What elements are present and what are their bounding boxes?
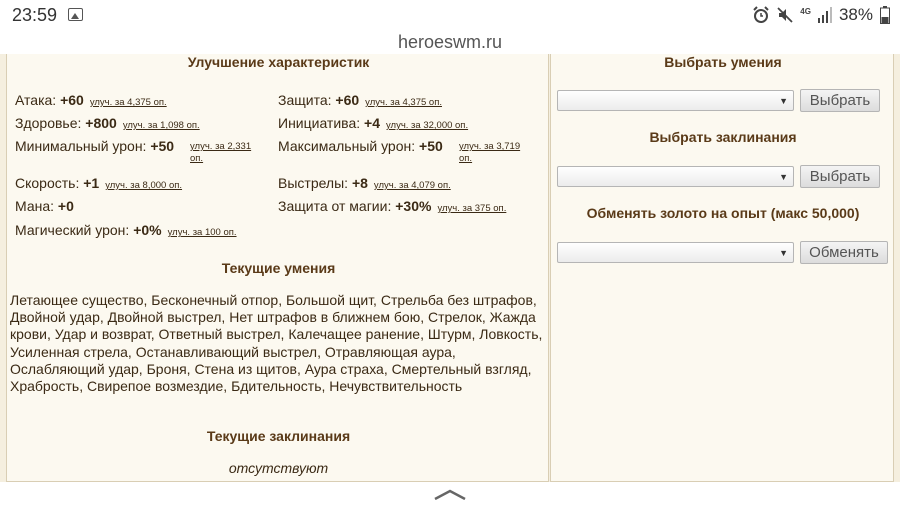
battery-percent: 38% — [838, 5, 873, 24]
stat-health: Здоровье: +800 улуч. за 1,098 оп. — [15, 115, 200, 131]
exchange-select[interactable]: ▼ — [557, 242, 794, 263]
choose-spell-button[interactable]: Выбрать — [800, 165, 880, 188]
url-bar[interactable]: heroeswm.ru — [0, 30, 900, 54]
upgrade-magic-damage-link[interactable]: улуч. за 100 оп. — [168, 227, 237, 238]
stat-value: +0 — [57, 198, 74, 214]
actions-panel: Выбрать умения ▼ Выбрать Выбрать заклина… — [550, 54, 894, 482]
choose-spells-heading: Выбрать заклинания — [649, 129, 797, 145]
stat-initiative: Инициатива: +4 улуч. за 32,000 оп. — [278, 115, 469, 131]
stat-value: +800 — [85, 115, 117, 131]
exchange-heading: Обменять золото на опыт (макс 50,000) — [586, 205, 860, 221]
spells-heading: Текущие заклинания — [206, 428, 351, 444]
spells-none-text: отсутствуют — [228, 460, 329, 476]
stat-mana: Мана: +0 — [15, 198, 74, 214]
stat-magic-damage: Магический урон: +0% улуч. за 100 оп. — [15, 222, 237, 238]
network-type: 4G — [800, 6, 811, 16]
gallery-icon — [68, 8, 83, 21]
chevron-down-icon: ▼ — [779, 172, 788, 182]
stat-value: +50 — [419, 138, 443, 154]
choose-skill-button[interactable]: Выбрать — [800, 89, 880, 112]
choose-skills-heading: Выбрать умения — [664, 54, 782, 70]
stat-defense: Защита: +60 улуч. за 4,375 оп. — [278, 92, 442, 108]
upgrade-defense-link[interactable]: улуч. за 4,375 оп. — [365, 97, 442, 108]
stat-value: +8 — [351, 175, 368, 191]
skills-select[interactable]: ▼ — [557, 90, 794, 111]
mute-icon — [777, 7, 793, 23]
stat-value: +4 — [364, 115, 380, 131]
chevron-down-icon: ▼ — [779, 248, 788, 258]
spells-select[interactable]: ▼ — [557, 166, 794, 187]
stat-value: +1 — [83, 175, 100, 191]
creature-stats-panel: Улучшение характеристик Атака: +60 улуч. … — [6, 54, 549, 482]
stat-speed: Скорость: +1 улуч. за 8,000 оп. — [15, 175, 183, 191]
clock: 23:59 — [12, 5, 58, 25]
stats-heading: Улучшение характеристик — [187, 54, 370, 70]
upgrade-speed-link[interactable]: улуч. за 8,000 оп. — [105, 180, 182, 191]
upgrade-shots-link[interactable]: улуч. за 4,079 оп. — [374, 180, 451, 191]
stat-magic-defense: Защита от магии: +30% улуч. за 375 оп. — [278, 198, 507, 214]
upgrade-max-damage-link[interactable]: улуч. за 3,719 оп. — [459, 141, 520, 165]
upgrade-initiative-link[interactable]: улуч. за 32,000 оп. — [386, 120, 468, 131]
upgrade-health-link[interactable]: улуч. за 1,098 оп. — [123, 120, 200, 131]
stat-max-damage: Максимальный урон: +50 — [278, 138, 443, 154]
stat-value: +50 — [150, 138, 175, 154]
stat-value: +60 — [60, 92, 84, 108]
upgrade-min-damage-link[interactable]: улуч. за 2,331 оп. — [190, 141, 251, 165]
skills-heading: Текущие умения — [221, 260, 336, 276]
alarm-icon — [753, 6, 770, 23]
upgrade-attack-link[interactable]: улуч. за 4,375 оп. — [90, 97, 167, 108]
chevron-up-icon[interactable] — [434, 488, 466, 500]
stat-shots: Выстрелы: +8 улуч. за 4,079 оп. — [278, 175, 451, 191]
stat-value: +60 — [335, 92, 360, 108]
bottom-navigation-bar — [0, 482, 900, 506]
stat-value: +30% — [395, 198, 432, 214]
skills-list: Летающее существо, Бесконечный отпор, Бо… — [10, 292, 543, 395]
stat-attack: Атака: +60 улуч. за 4,375 оп. — [15, 92, 167, 108]
stat-min-damage: Минимальный урон: +50 — [15, 138, 175, 154]
exchange-button[interactable]: Обменять — [800, 241, 888, 264]
chevron-down-icon: ▼ — [779, 96, 788, 106]
signal-icon — [817, 7, 832, 23]
stat-value: +0% — [133, 222, 162, 238]
upgrade-magic-defense-link[interactable]: улуч. за 375 оп. — [437, 203, 506, 214]
page-content: Улучшение характеристик Атака: +60 улуч. … — [0, 54, 900, 482]
battery-icon — [880, 6, 890, 24]
status-icons: 4G 38% — [752, 5, 890, 25]
status-bar: 23:59 4G 38% — [0, 0, 900, 30]
